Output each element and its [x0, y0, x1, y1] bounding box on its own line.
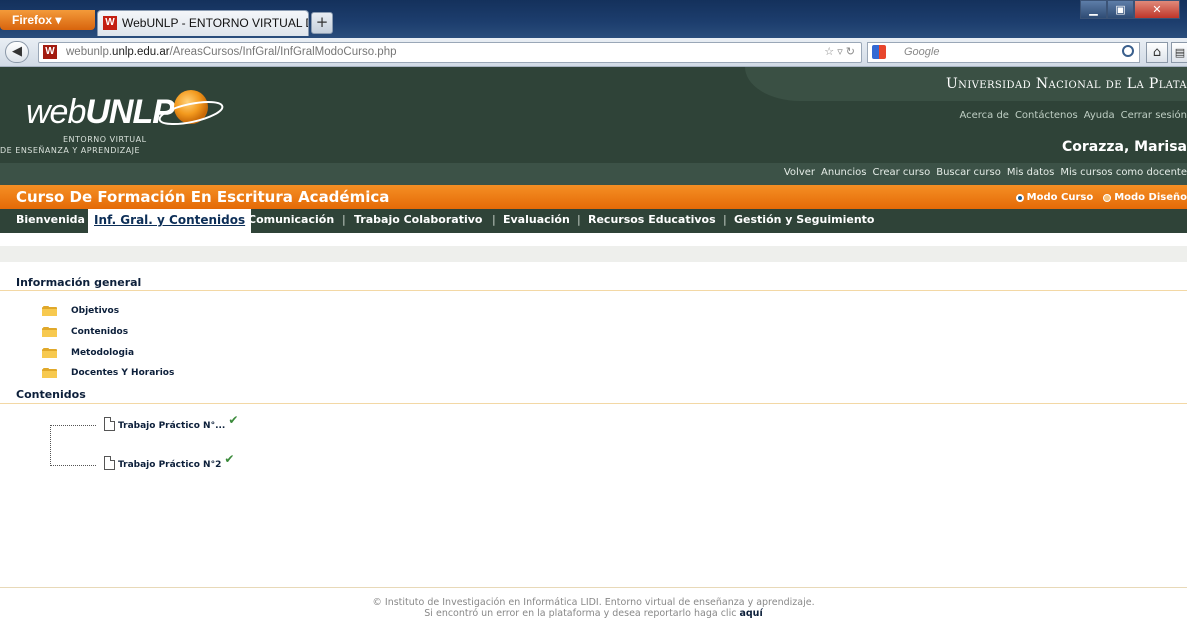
- contenidos-heading: Contenidos: [16, 388, 86, 401]
- globe-logo-icon: [158, 90, 224, 126]
- tree-connector: [50, 425, 51, 466]
- menu-mis-cursos-docente[interactable]: Mis cursos como docente: [1060, 167, 1187, 178]
- university-name: Universidad Nacional de La Plata: [945, 76, 1187, 92]
- footer: © Instituto de Investigación en Informát…: [0, 597, 1187, 619]
- folder-docentes-horarios[interactable]: Docentes Y Horarios: [71, 368, 174, 378]
- tab-separator: |: [723, 213, 727, 226]
- firefox-menu-button[interactable]: Firefox ▾: [0, 10, 95, 30]
- search-icon[interactable]: [1122, 45, 1134, 57]
- mode-curso-label: Modo Curso: [1026, 192, 1094, 203]
- content-trabajo-practico-2[interactable]: Trabajo Práctico N°2: [118, 460, 221, 470]
- folder-icon: [42, 327, 57, 337]
- subheader-strip: [0, 246, 1187, 262]
- footer-divider: [0, 587, 1187, 588]
- content-item[interactable]: Trabajo Práctico N°... ✔: [104, 413, 238, 431]
- new-tab-button[interactable]: +: [311, 12, 333, 34]
- folder-icon: [42, 306, 57, 316]
- menu-anuncios[interactable]: Anuncios: [821, 167, 866, 178]
- mode-diseno-radio[interactable]: Modo Diseño: [1103, 192, 1187, 203]
- webunlp-favicon-icon: W: [103, 16, 117, 30]
- tree-branch: [51, 425, 96, 426]
- search-placeholder: Google: [904, 46, 940, 58]
- browser-navbar: ◀ W webunlp.unlp.edu.ar/AreasCursos/InfG…: [0, 38, 1187, 67]
- radio-selected-icon: [1015, 193, 1024, 202]
- tab-inf-gral-contenidos[interactable]: Inf. Gral. y Contenidos: [88, 209, 252, 233]
- folder-metodologia[interactable]: Metodologia: [71, 348, 134, 358]
- link-acerca[interactable]: Acerca de: [959, 110, 1009, 121]
- link-cerrar-sesion[interactable]: Cerrar sesión: [1121, 110, 1187, 121]
- site-favicon-icon: W: [43, 45, 57, 59]
- tab-separator: |: [492, 213, 496, 226]
- footer-report-text: Si encontró un error en la plataforma y …: [424, 608, 737, 619]
- window-controls: ▁ ▣ ✕: [1080, 0, 1180, 20]
- bookmarks-icon[interactable]: ▤: [1171, 42, 1187, 63]
- tab-separator: |: [577, 213, 581, 226]
- maximize-icon[interactable]: ▣: [1107, 0, 1134, 19]
- search-input[interactable]: Google: [867, 42, 1140, 63]
- header-menu-bar: Volver Anuncios Crear curso Buscar curso…: [0, 163, 1187, 185]
- tab-evaluacion[interactable]: Evaluación: [503, 213, 570, 226]
- section-divider: [0, 403, 1187, 404]
- folder-item[interactable]: Objetivos: [42, 304, 119, 318]
- tab-recursos-educativos[interactable]: Recursos Educativos: [588, 213, 716, 226]
- browser-tab[interactable]: W WebUNLP - ENTORNO VIRTUAL DE ENS...: [97, 10, 309, 36]
- logo-subtitle-2: DE ENSEÑANZA Y APRENDIZAJE: [0, 146, 141, 155]
- back-arrow-icon[interactable]: ◀: [5, 41, 29, 63]
- menu-crear-curso[interactable]: Crear curso: [872, 167, 930, 178]
- footer-copyright: © Instituto de Investigación en Informát…: [372, 597, 815, 608]
- mode-diseno-label: Modo Diseño: [1114, 192, 1187, 203]
- tab-separator: |: [342, 213, 346, 226]
- footer-report: Si encontró un error en la plataforma y …: [0, 608, 1187, 619]
- top-links: Acerca de Contáctenos Ayuda Cerrar sesió…: [959, 110, 1187, 121]
- bookmark-star-icon[interactable]: ☆ ▿ ↻: [824, 43, 855, 62]
- checkmark-icon: ✔: [228, 413, 239, 427]
- document-icon: [104, 456, 115, 470]
- section-divider: [0, 290, 1187, 291]
- content-item[interactable]: Trabajo Práctico N°2 ✔: [104, 452, 234, 470]
- url-text: webunlp.unlp.edu.ar/AreasCursos/InfGral/…: [66, 46, 397, 58]
- tab-gestion-seguimiento[interactable]: Gestión y Seguimiento: [734, 213, 874, 226]
- mode-selector: Modo Curso Modo Diseño: [1015, 192, 1187, 203]
- home-icon[interactable]: ⌂: [1146, 42, 1168, 63]
- site-header: Universidad Nacional de La Plata webUNLP…: [0, 67, 1187, 185]
- info-general-heading: Información general: [16, 276, 142, 289]
- folder-item[interactable]: Docentes Y Horarios: [42, 366, 174, 380]
- minimize-icon[interactable]: ▁: [1080, 0, 1107, 19]
- course-title: Curso De Formación En Escritura Académic…: [16, 188, 390, 206]
- folder-contenidos[interactable]: Contenidos: [71, 327, 128, 337]
- folder-icon: [42, 348, 57, 358]
- tab-comunicacion[interactable]: Comunicación: [248, 213, 334, 226]
- course-bar: Curso De Formación En Escritura Académic…: [0, 185, 1187, 209]
- menu-mis-datos[interactable]: Mis datos: [1007, 167, 1055, 178]
- firefox-menu-label: Firefox: [12, 13, 53, 27]
- folder-item[interactable]: Metodologia: [42, 346, 134, 360]
- webunlp-logo[interactable]: webUNLP: [26, 93, 175, 132]
- google-engine-icon[interactable]: [872, 45, 886, 59]
- folder-icon: [42, 368, 57, 378]
- mode-curso-radio[interactable]: Modo Curso: [1015, 192, 1094, 203]
- user-name: Corazza, Marisa: [1061, 139, 1187, 155]
- content-trabajo-practico-1[interactable]: Trabajo Práctico N°...: [118, 421, 225, 431]
- menu-volver[interactable]: Volver: [784, 167, 815, 178]
- tab-trabajo-colaborativo[interactable]: Trabajo Colaborativo: [354, 213, 482, 226]
- checkmark-icon: ✔: [224, 452, 235, 466]
- logo-subtitle-1: ENTORNO VIRTUAL: [63, 135, 147, 144]
- tab-title: WebUNLP - ENTORNO VIRTUAL DE ENS...: [122, 16, 308, 30]
- menu-buscar-curso[interactable]: Buscar curso: [936, 167, 1001, 178]
- radio-unselected-icon: [1103, 193, 1112, 202]
- document-icon: [104, 417, 115, 431]
- folder-objetivos[interactable]: Objetivos: [71, 306, 119, 316]
- link-contactenos[interactable]: Contáctenos: [1015, 110, 1078, 121]
- footer-report-link[interactable]: aquí: [739, 608, 762, 619]
- close-icon[interactable]: ✕: [1134, 0, 1180, 19]
- url-bar[interactable]: W webunlp.unlp.edu.ar/AreasCursos/InfGra…: [38, 42, 862, 63]
- tree-branch: [51, 465, 96, 466]
- tab-bienvenida[interactable]: Bienvenida: [16, 213, 85, 226]
- folder-item[interactable]: Contenidos: [42, 325, 128, 339]
- browser-titlebar: Firefox ▾ W WebUNLP - ENTORNO VIRTUAL DE…: [0, 0, 1187, 38]
- link-ayuda[interactable]: Ayuda: [1084, 110, 1115, 121]
- course-tab-nav: Bienvenida Inf. Gral. y Contenidos Comun…: [0, 209, 1187, 233]
